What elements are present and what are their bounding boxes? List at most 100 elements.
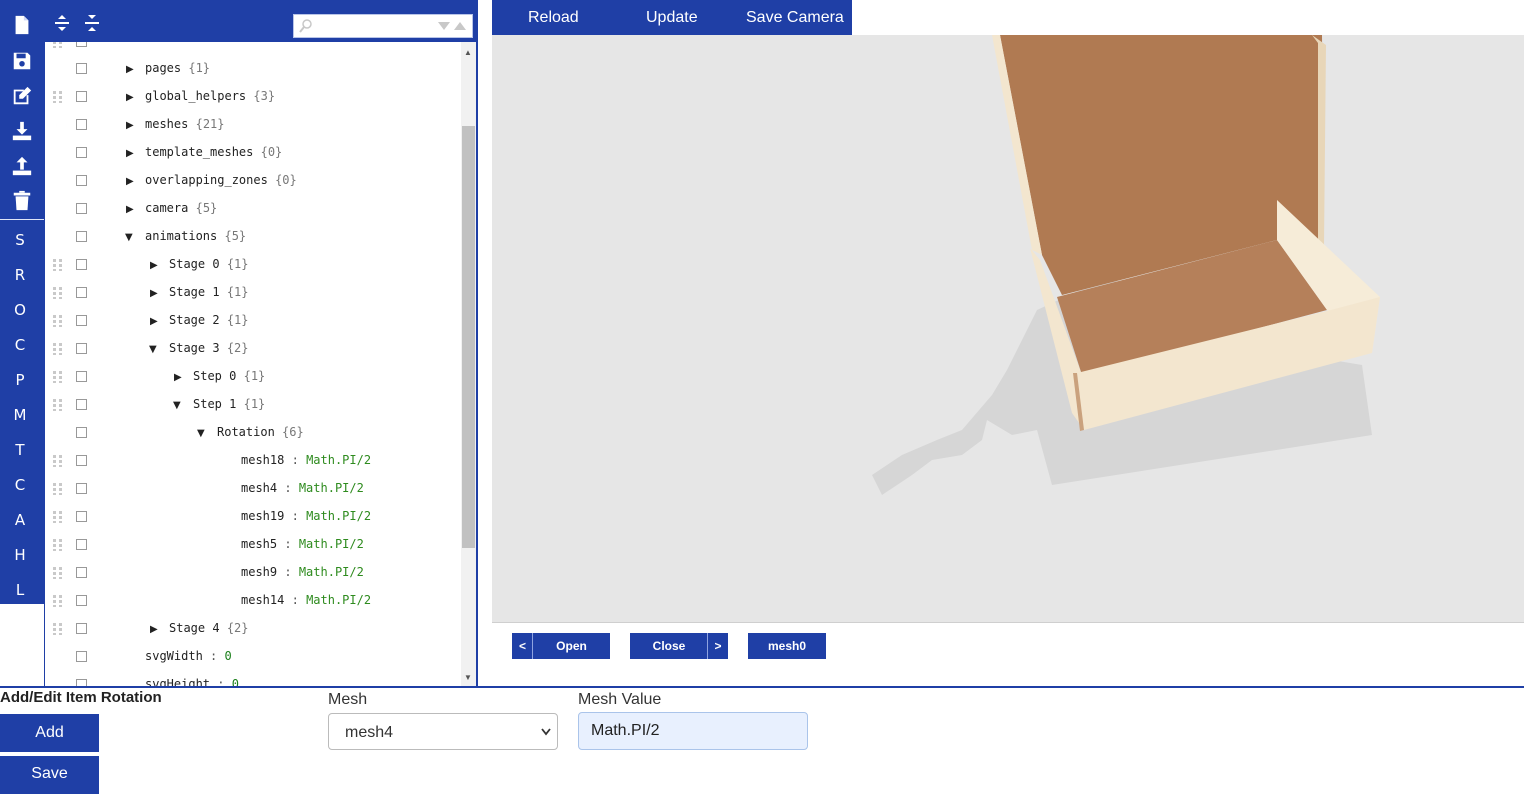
row-checkbox[interactable] xyxy=(76,287,87,298)
tree-row[interactable]: ▶ template_meshes {0} xyxy=(45,139,461,167)
tree-row[interactable]: ▶ meshes {21} xyxy=(45,111,461,139)
tree-row[interactable]: ▼ animations {5} xyxy=(45,223,461,251)
row-checkbox[interactable] xyxy=(76,623,87,634)
expand-all-icon[interactable] xyxy=(53,14,71,32)
sidebar-letter-c[interactable]: C xyxy=(0,328,40,362)
collapse-triangle-icon[interactable]: ▼ xyxy=(197,428,205,439)
expand-triangle-icon[interactable]: ▶ xyxy=(126,204,134,215)
expand-triangle-icon[interactable]: ▶ xyxy=(150,624,158,635)
drag-handle-icon[interactable] xyxy=(53,343,63,355)
tree-row[interactable]: mesh4 : Math.PI/2 xyxy=(45,475,461,503)
save-icon[interactable] xyxy=(0,44,44,78)
expand-triangle-icon[interactable]: ▶ xyxy=(174,372,182,383)
tree-row[interactable] xyxy=(45,42,461,56)
expand-triangle-icon[interactable]: ▶ xyxy=(150,288,158,299)
row-checkbox[interactable] xyxy=(76,63,87,74)
drag-handle-icon[interactable] xyxy=(53,91,63,103)
tree-row[interactable]: ▶ camera {5} xyxy=(45,195,461,223)
drag-handle-icon[interactable] xyxy=(53,623,63,635)
add-button[interactable]: Add xyxy=(0,714,99,752)
mesh-select[interactable]: mesh4 xyxy=(328,713,558,750)
sidebar-letter-h[interactable]: H xyxy=(0,538,40,572)
row-checkbox[interactable] xyxy=(76,175,87,186)
save-camera-button[interactable]: Save Camera xyxy=(746,0,844,35)
collapse-triangle-icon[interactable]: ▼ xyxy=(125,232,133,243)
row-checkbox[interactable] xyxy=(76,147,87,158)
drag-handle-icon[interactable] xyxy=(53,399,63,411)
mesh-select-button[interactable]: mesh0 xyxy=(748,633,826,659)
collapse-triangle-icon[interactable]: ▼ xyxy=(173,400,181,411)
search-next-icon[interactable] xyxy=(438,21,450,31)
row-checkbox[interactable] xyxy=(76,91,87,102)
sidebar-letter-m[interactable]: M xyxy=(0,398,40,432)
drag-handle-icon[interactable] xyxy=(53,539,63,551)
drag-handle-icon[interactable] xyxy=(53,315,63,327)
tree-row[interactable]: ▶ Stage 2 {1} xyxy=(45,307,461,335)
open-button[interactable]: Open xyxy=(533,633,610,659)
drag-handle-icon[interactable] xyxy=(53,483,63,495)
tree-row[interactable]: mesh18 : Math.PI/2 xyxy=(45,447,461,475)
tree-row[interactable]: mesh9 : Math.PI/2 xyxy=(45,559,461,587)
prev-stage-button[interactable]: < xyxy=(512,633,533,659)
row-checkbox[interactable] xyxy=(76,679,87,686)
tree-row[interactable]: ▶ Step 0 {1} xyxy=(45,363,461,391)
row-checkbox[interactable] xyxy=(76,203,87,214)
drag-handle-icon[interactable] xyxy=(53,595,63,607)
tree-row[interactable]: ▼ Step 1 {1} xyxy=(45,391,461,419)
sidebar-letter-c2[interactable]: C xyxy=(0,468,40,502)
tree-row[interactable]: ▶ pages {1} xyxy=(45,55,461,83)
row-checkbox[interactable] xyxy=(76,567,87,578)
drag-handle-icon[interactable] xyxy=(53,259,63,271)
row-checkbox[interactable] xyxy=(76,399,87,410)
expand-triangle-icon[interactable]: ▶ xyxy=(126,148,134,159)
row-checkbox[interactable] xyxy=(76,483,87,494)
tree-row[interactable]: svgHeight : 0 xyxy=(45,671,461,686)
next-stage-button[interactable]: > xyxy=(708,633,728,659)
expand-triangle-icon[interactable]: ▶ xyxy=(150,260,158,271)
download-icon[interactable] xyxy=(0,114,44,148)
drag-handle-icon[interactable] xyxy=(53,371,63,383)
tree-search-input[interactable] xyxy=(293,14,473,38)
drag-handle-icon[interactable] xyxy=(53,287,63,299)
row-checkbox[interactable] xyxy=(76,455,87,466)
edit-icon[interactable] xyxy=(0,79,44,113)
sidebar-letter-r[interactable]: R xyxy=(0,258,40,292)
tree-row[interactable]: ▶ Stage 4 {2} xyxy=(45,615,461,643)
mesh-value-input[interactable] xyxy=(578,712,808,750)
collapse-all-icon[interactable] xyxy=(83,14,101,32)
drag-handle-icon[interactable] xyxy=(53,455,63,467)
row-checkbox[interactable] xyxy=(76,595,87,606)
tree-row[interactable]: ▶ Stage 0 {1} xyxy=(45,251,461,279)
row-checkbox[interactable] xyxy=(76,119,87,130)
new-file-icon[interactable] xyxy=(0,8,44,42)
row-checkbox[interactable] xyxy=(76,539,87,550)
search-prev-icon[interactable] xyxy=(454,21,466,31)
tree-scrollbar[interactable]: ▲ ▼ xyxy=(461,42,476,686)
sidebar-letter-a[interactable]: A xyxy=(0,503,40,537)
tree-row[interactable]: svgWidth : 0 xyxy=(45,643,461,671)
scroll-down-icon[interactable]: ▼ xyxy=(464,673,472,682)
reload-button[interactable]: Reload xyxy=(528,0,579,35)
tree-row[interactable]: ▶ overlapping_zones {0} xyxy=(45,167,461,195)
trash-icon[interactable] xyxy=(0,184,44,218)
drag-handle-icon[interactable] xyxy=(53,42,63,48)
row-checkbox[interactable] xyxy=(76,511,87,522)
expand-triangle-icon[interactable]: ▶ xyxy=(126,176,134,187)
drag-handle-icon[interactable] xyxy=(53,511,63,523)
tree-row[interactable]: mesh5 : Math.PI/2 xyxy=(45,531,461,559)
tree-row[interactable]: mesh19 : Math.PI/2 xyxy=(45,503,461,531)
tree-row[interactable]: ▶ global_helpers {3} xyxy=(45,83,461,111)
sidebar-letter-p[interactable]: P xyxy=(0,363,40,397)
update-button[interactable]: Update xyxy=(646,0,698,35)
scroll-up-icon[interactable]: ▲ xyxy=(464,48,472,57)
drag-handle-icon[interactable] xyxy=(53,567,63,579)
expand-triangle-icon[interactable]: ▶ xyxy=(126,92,134,103)
row-checkbox[interactable] xyxy=(76,259,87,270)
row-checkbox[interactable] xyxy=(76,343,87,354)
sidebar-letter-s[interactable]: S xyxy=(0,223,40,257)
close-button[interactable]: Close xyxy=(630,633,708,659)
tree-row[interactable]: ▶ Stage 1 {1} xyxy=(45,279,461,307)
upload-icon[interactable] xyxy=(0,149,44,183)
tree-row[interactable]: mesh14 : Math.PI/2 xyxy=(45,587,461,615)
row-checkbox[interactable] xyxy=(76,315,87,326)
